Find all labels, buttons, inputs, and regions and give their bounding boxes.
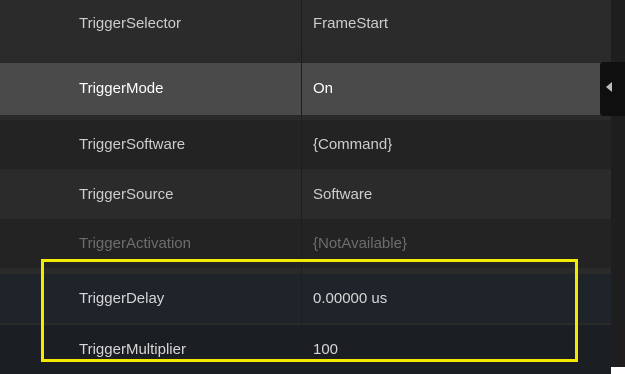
scrollbar-thumb[interactable] <box>600 62 625 116</box>
property-value[interactable]: {Command} <box>313 120 392 169</box>
property-name: TriggerSelector <box>79 15 181 32</box>
property-name: TriggerSoftware <box>79 136 186 153</box>
property-value[interactable]: Software <box>313 170 372 219</box>
caret-left-icon[interactable] <box>606 82 612 92</box>
property-row-trigger-source[interactable]: TriggerSource Software <box>0 170 611 219</box>
property-row-trigger-mode[interactable]: TriggerMode On <box>0 63 611 115</box>
property-value[interactable]: FrameStart <box>313 0 388 48</box>
property-row-trigger-software[interactable]: TriggerSoftware {Command} <box>0 120 611 169</box>
scrollbar-track[interactable] <box>611 0 625 367</box>
property-name: TriggerMode <box>79 80 164 97</box>
property-value[interactable]: On <box>313 63 333 115</box>
property-name: TriggerSource <box>79 186 174 203</box>
property-row-trigger-selector[interactable]: TriggerSelector FrameStart <box>0 0 611 48</box>
highlight-box <box>41 259 578 362</box>
feature-property-panel: TriggerSelector FrameStart TriggerMode O… <box>0 0 625 374</box>
